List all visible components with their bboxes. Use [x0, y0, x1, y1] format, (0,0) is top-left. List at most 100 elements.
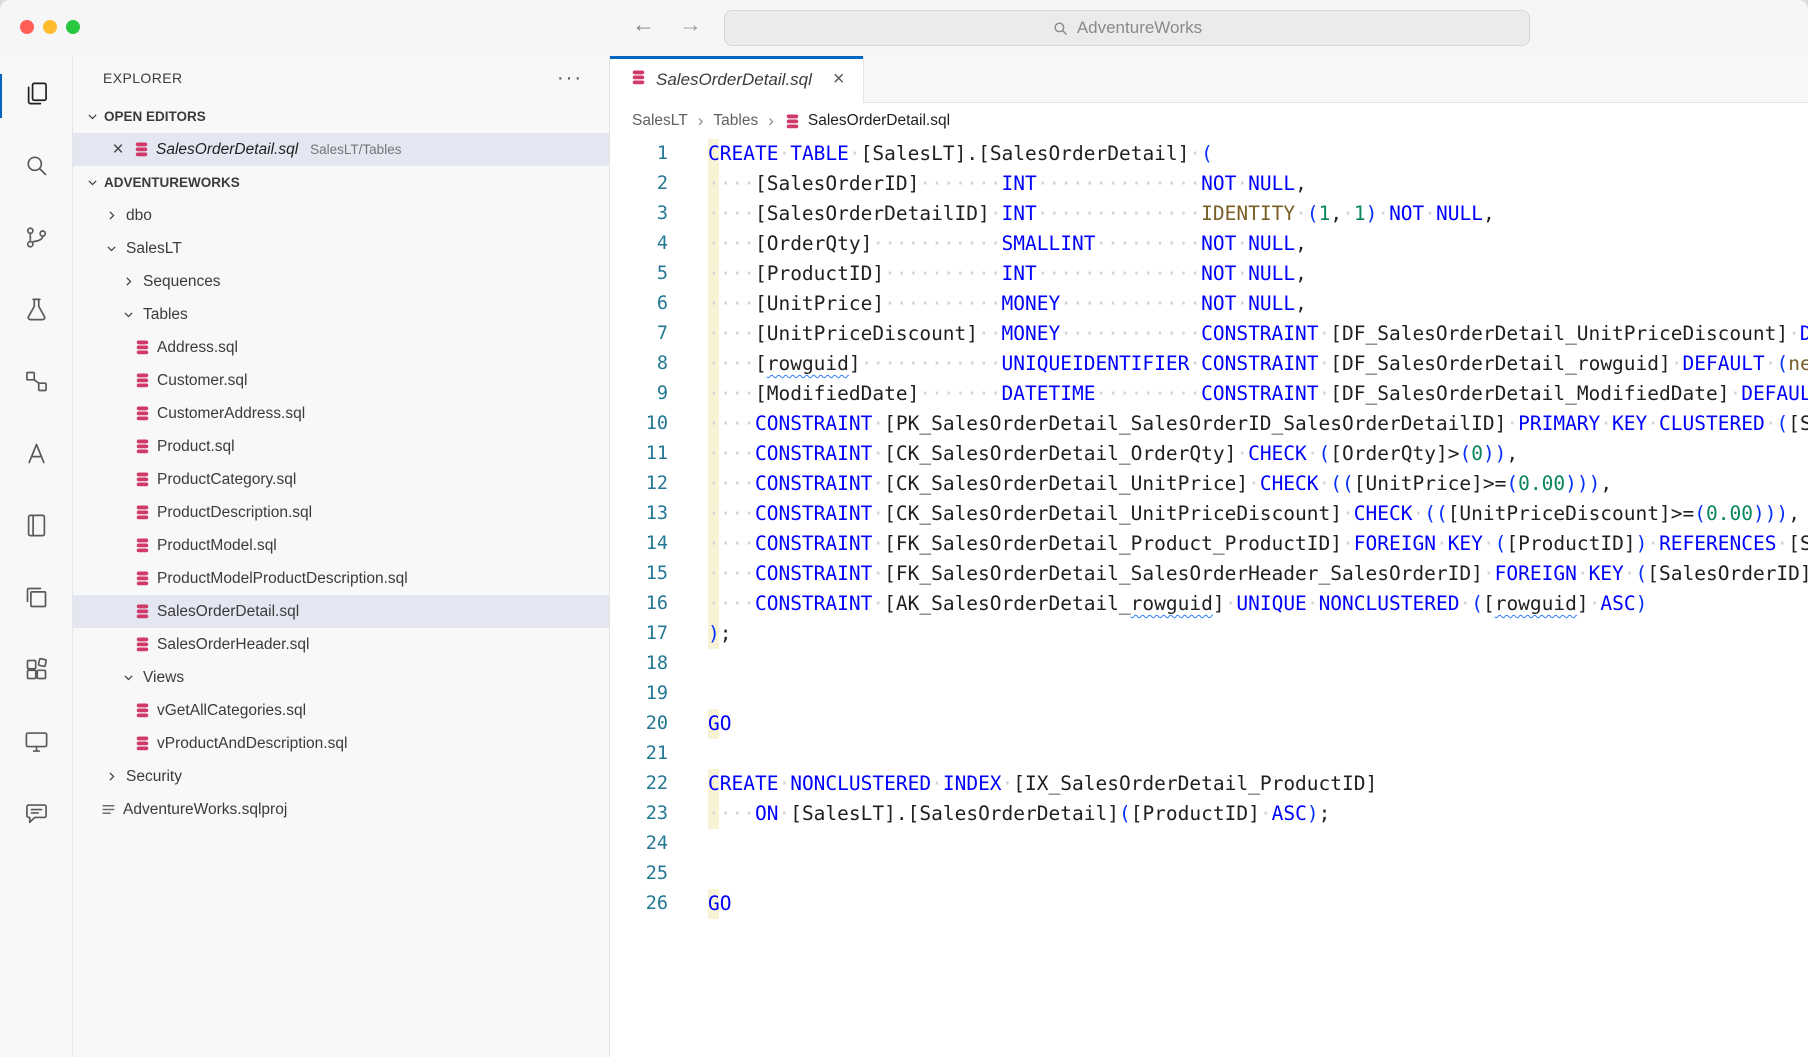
activity-item-beaker[interactable] — [0, 276, 72, 348]
activity-item-source-control[interactable] — [0, 204, 72, 276]
tree-item-vgetallcategories-sql[interactable]: vGetAllCategories.sql — [73, 694, 609, 727]
code-line-2: 2····[SalesOrderID]·······INT···········… — [610, 169, 1808, 199]
database-icon — [134, 504, 151, 521]
search-icon — [23, 152, 50, 184]
activity-item-chat[interactable] — [0, 780, 72, 852]
code-line-17: 17); — [610, 619, 1808, 649]
tree-item-label: ProductModelProductDescription.sql — [157, 570, 408, 588]
code-line-23: 23····ON·[SalesLT].[SalesOrderDetail]([P… — [610, 799, 1808, 829]
breadcrumb-label: SalesLT — [632, 112, 688, 130]
close-window-button[interactable] — [20, 20, 34, 34]
line-number: 11 — [610, 439, 668, 469]
tree-item-label: SalesOrderDetail.sql — [157, 603, 299, 621]
line-number: 19 — [610, 679, 668, 709]
code-editor[interactable]: 1CREATE·TABLE·[SalesLT].[SalesOrderDetai… — [610, 139, 1808, 1057]
window-controls — [20, 20, 80, 34]
breadcrumb-item-saleslt[interactable]: SalesLT — [632, 112, 688, 130]
code-line-26: 26GO — [610, 889, 1808, 919]
open-editor-filename: SalesOrderDetail.sql — [156, 141, 298, 159]
tree-item-label: ProductCategory.sql — [157, 471, 296, 489]
tree-item-productdescription-sql[interactable]: ProductDescription.sql — [73, 496, 609, 529]
tree-item-customeraddress-sql[interactable]: CustomerAddress.sql — [73, 397, 609, 430]
tab-salesorderdetail[interactable]: SalesOrderDetail.sql × — [610, 56, 864, 103]
tree-item-saleslt[interactable]: SalesLT — [73, 232, 609, 265]
database-icon — [133, 141, 150, 158]
tree-item-label: dbo — [126, 207, 152, 225]
tree-item-security[interactable]: Security — [73, 760, 609, 793]
code-line-13: 13····CONSTRAINT·[CK_SalesOrderDetail_Un… — [610, 499, 1808, 529]
maximize-window-button[interactable] — [66, 20, 80, 34]
activity-item-extensions[interactable] — [0, 636, 72, 708]
forward-button[interactable]: → — [679, 11, 702, 38]
code-line-18: 18 — [610, 649, 1808, 679]
activity-item-device[interactable] — [0, 708, 72, 780]
line-number: 8 — [610, 349, 668, 379]
chevron-right-icon — [102, 207, 120, 225]
tree-item-productmodelproductdescription-sql[interactable]: ProductModelProductDescription.sql — [73, 562, 609, 595]
more-actions-button[interactable]: ··· — [557, 73, 583, 83]
tree-item-address-sql[interactable]: Address.sql — [73, 331, 609, 364]
tree-item-adventureworks-sqlproj[interactable]: AdventureWorks.sqlproj — [73, 793, 609, 826]
minimize-window-button[interactable] — [43, 20, 57, 34]
tree-item-product-sql[interactable]: Product.sql — [73, 430, 609, 463]
chevron-right-icon — [102, 768, 120, 786]
beaker-icon — [23, 296, 50, 328]
command-center-label: AdventureWorks — [1077, 18, 1202, 38]
tree-item-label: Security — [126, 768, 182, 786]
code-line-3: 3····[SalesOrderDetailID]·INT···········… — [610, 199, 1808, 229]
open-editor-item-salesorderdetail-sql[interactable]: ×SalesOrderDetail.sqlSalesLT/Tables — [73, 133, 609, 166]
workspace-header[interactable]: ADVENTUREWORKS — [73, 166, 609, 199]
code-line-16: 16····CONSTRAINT·[AK_SalesOrderDetail_ro… — [610, 589, 1808, 619]
tree-item-salesorderdetail-sql[interactable]: SalesOrderDetail.sql — [73, 595, 609, 628]
code-line-7: 7····[UnitPriceDiscount]··MONEY·········… — [610, 319, 1808, 349]
line-number: 4 — [610, 229, 668, 259]
sidebar-header: EXPLORER ··· — [73, 56, 609, 100]
tree-item-dbo[interactable]: dbo — [73, 199, 609, 232]
back-button[interactable]: ← — [632, 11, 655, 38]
database-icon — [630, 69, 647, 86]
open-editors-header[interactable]: OPEN EDITORS — [73, 100, 609, 133]
code-line-19: 19 — [610, 679, 1808, 709]
tab-close-button[interactable]: × — [833, 68, 845, 91]
activity-item-notebook[interactable] — [0, 492, 72, 564]
line-number: 3 — [610, 199, 668, 229]
line-number: 10 — [610, 409, 668, 439]
workbench: EXPLORER ··· OPEN EDITORS ×SalesOrderDet… — [0, 56, 1808, 1057]
line-number: 22 — [610, 769, 668, 799]
code-line-24: 24 — [610, 829, 1808, 859]
activity-item-references[interactable] — [0, 348, 72, 420]
tree-item-salesorderheader-sql[interactable]: SalesOrderHeader.sql — [73, 628, 609, 661]
database-icon — [134, 702, 151, 719]
title-bar: ← → AdventureWorks — [0, 0, 1808, 56]
line-number: 14 — [610, 529, 668, 559]
tree-item-vproductanddescription-sql[interactable]: vProductAndDescription.sql — [73, 727, 609, 760]
activity-item-search[interactable] — [0, 132, 72, 204]
chevron-down-icon — [119, 669, 137, 687]
breadcrumb-item-tables[interactable]: Tables — [713, 112, 758, 130]
tree-item-customer-sql[interactable]: Customer.sql — [73, 364, 609, 397]
line-number: 21 — [610, 739, 668, 769]
code-line-22: 22CREATE·NONCLUSTERED·INDEX·[IX_SalesOrd… — [610, 769, 1808, 799]
code-line-20: 20GO — [610, 709, 1808, 739]
database-icon — [134, 339, 151, 356]
tree-item-label: AdventureWorks.sqlproj — [123, 801, 287, 819]
breadcrumb-item-salesorderdetail-sql[interactable]: SalesOrderDetail.sql — [784, 112, 950, 130]
tree-item-label: vGetAllCategories.sql — [157, 702, 306, 720]
line-number: 12 — [610, 469, 668, 499]
tree-item-productmodel-sql[interactable]: ProductModel.sql — [73, 529, 609, 562]
activity-item-azure[interactable] — [0, 420, 72, 492]
line-number: 24 — [610, 829, 668, 859]
tree-item-label: Customer.sql — [157, 372, 247, 390]
tree-item-sequences[interactable]: Sequences — [73, 265, 609, 298]
command-center[interactable]: AdventureWorks — [724, 10, 1530, 46]
activity-item-files[interactable] — [0, 60, 72, 132]
code-line-1: 1CREATE·TABLE·[SalesLT].[SalesOrderDetai… — [610, 139, 1808, 169]
database-icon — [134, 405, 151, 422]
activity-item-windows[interactable] — [0, 564, 72, 636]
tree-item-productcategory-sql[interactable]: ProductCategory.sql — [73, 463, 609, 496]
code-line-5: 5····[ProductID]··········INT···········… — [610, 259, 1808, 289]
database-icon — [134, 735, 151, 752]
close-editor-icon[interactable]: × — [109, 139, 127, 161]
tree-item-tables[interactable]: Tables — [73, 298, 609, 331]
tree-item-views[interactable]: Views — [73, 661, 609, 694]
